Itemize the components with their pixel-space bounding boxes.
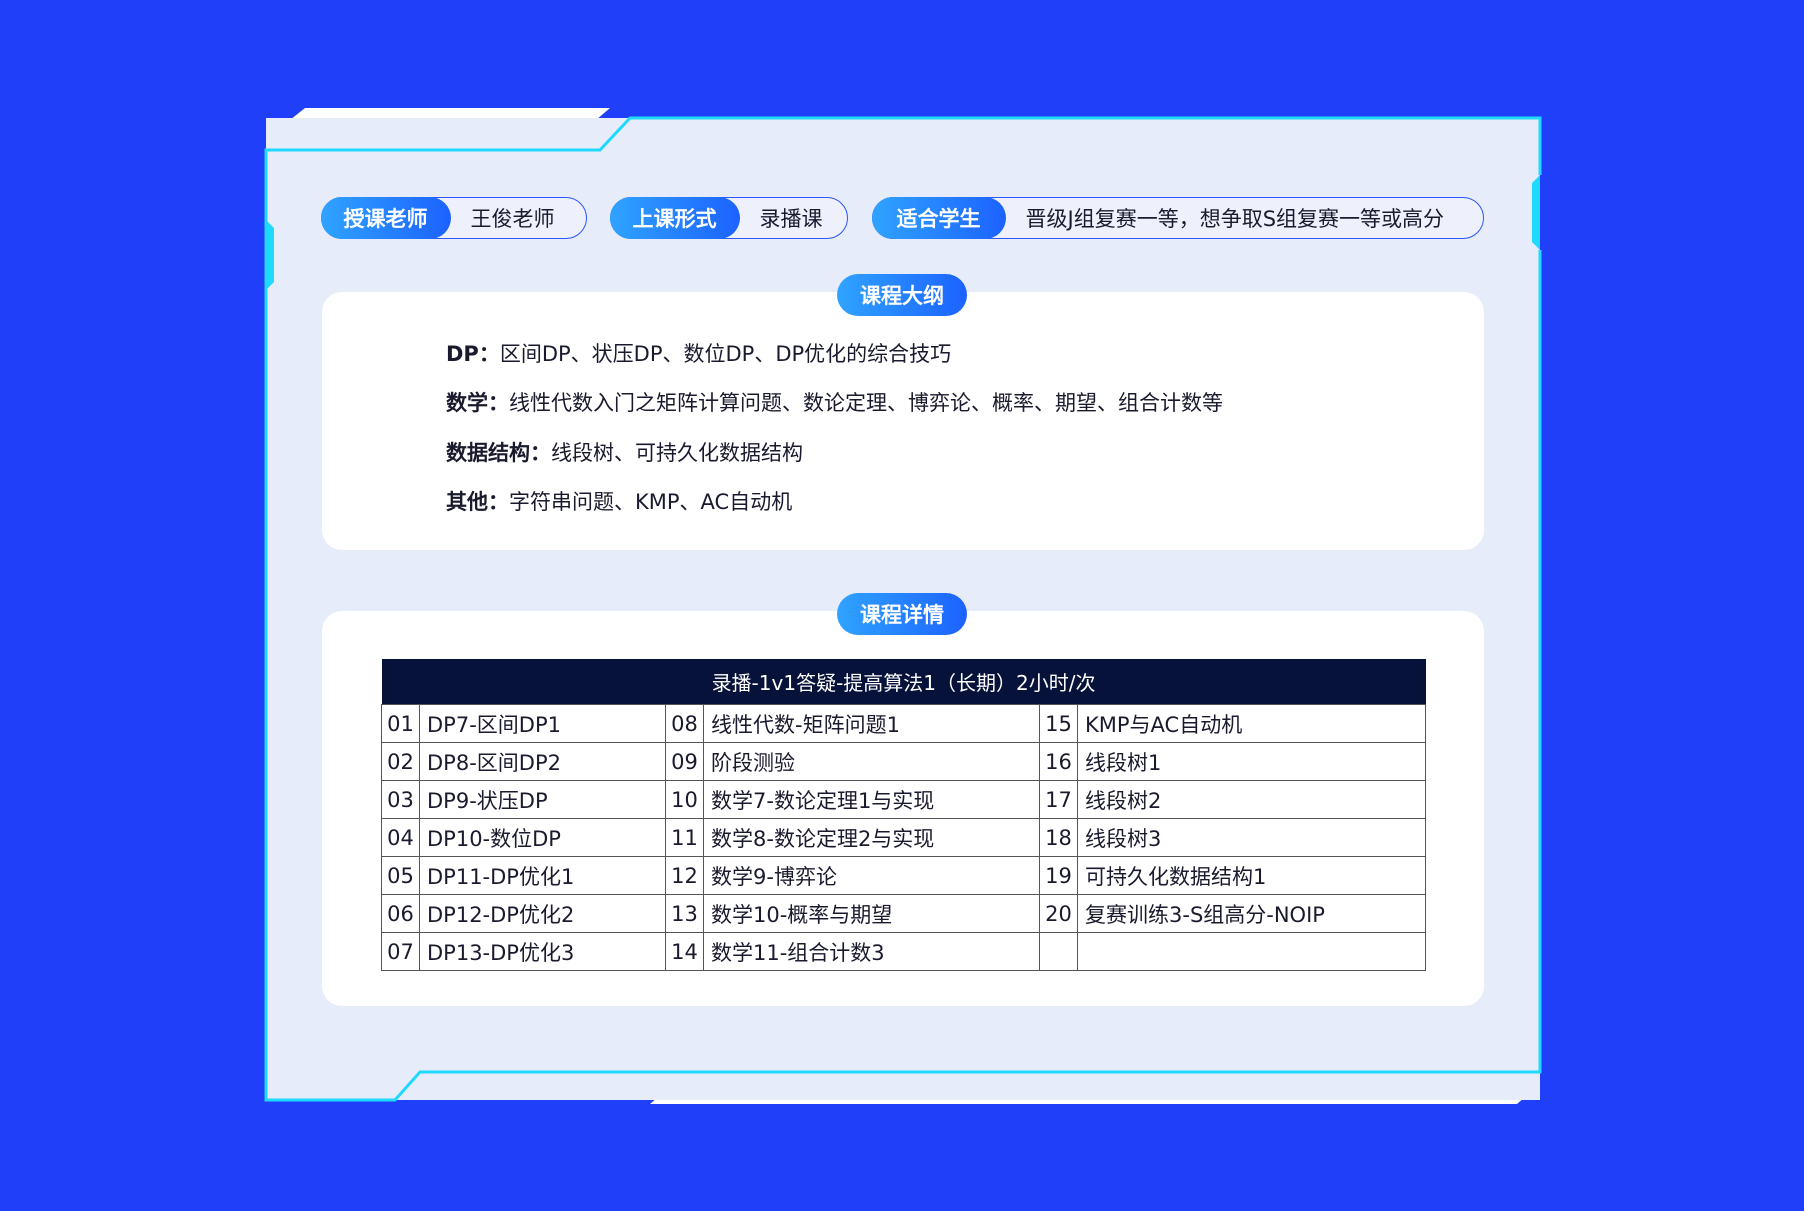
table-row: 07 DP13-DP优化3 14 数学11-组合计数3 — [381, 932, 1427, 971]
format-label: 上课形式 — [609, 197, 740, 239]
students-value: 晋级J组复赛一等，想争取S组复赛一等或高分 — [1025, 207, 1445, 231]
students-label: 适合学生 — [871, 197, 1006, 239]
table-row: 04 DP10-数位DP 11 数学8-数论定理2与实现 18 线段树3 — [381, 818, 1427, 857]
teacher-pill: 授课老师 王俊老师 — [320, 197, 587, 239]
students-pill: 适合学生 晋级J组复赛一等，想争取S组复赛一等或高分 — [871, 197, 1484, 239]
page: 授课老师 王俊老师 上课形式 录播课 适合学生 晋级J组复赛一等，想争取S组复赛… — [0, 0, 1804, 1211]
table-row: 02 DP8-区间DP2 09 阶段测验 16 线段树1 — [381, 742, 1427, 781]
outline-item: DP：区间DP、状压DP、数位DP、DP优化的综合技巧 — [446, 342, 952, 366]
outline-title: 课程大纲 — [837, 274, 967, 316]
outline-item: 数学：线性代数入门之矩阵计算问题、数论定理、博弈论、概率、期望、组合计数等 — [446, 391, 1223, 415]
schedule-table: 录播-1v1答疑-提高算法1（长期）2小时/次 01 DP7-区间DP1 08 线性… — [381, 659, 1427, 971]
outline-item: 数据结构：线段树、可持久化数据结构 — [446, 441, 803, 465]
table-title: 录播-1v1答疑-提高算法1（长期）2小时/次 — [381, 659, 1426, 705]
teacher-label: 授课老师 — [320, 197, 451, 239]
details-title: 课程详情 — [837, 593, 967, 635]
teacher-value: 王俊老师 — [470, 207, 555, 231]
table-row: 03 DP9-状压DP 10 数学7-数论定理1与实现 17 线段树2 — [381, 780, 1427, 819]
format-value: 录播课 — [759, 207, 823, 231]
table-row: 06 DP12-DP优化2 13 数学10-概率与期望 20 复赛训练3-S组高分-N… — [381, 894, 1427, 933]
table-row: 01 DP7-区间DP1 08 线性代数-矩阵问题1 15 KMP与AC自动机 — [381, 704, 1427, 743]
format-pill: 上课形式 录播课 — [609, 197, 848, 239]
table-row: 05 DP11-DP优化1 12 数学9-博弈论 19 可持久化数据结构1 — [381, 856, 1427, 895]
outline-item: 其他：字符串问题、KMP、AC自动机 — [446, 490, 793, 514]
